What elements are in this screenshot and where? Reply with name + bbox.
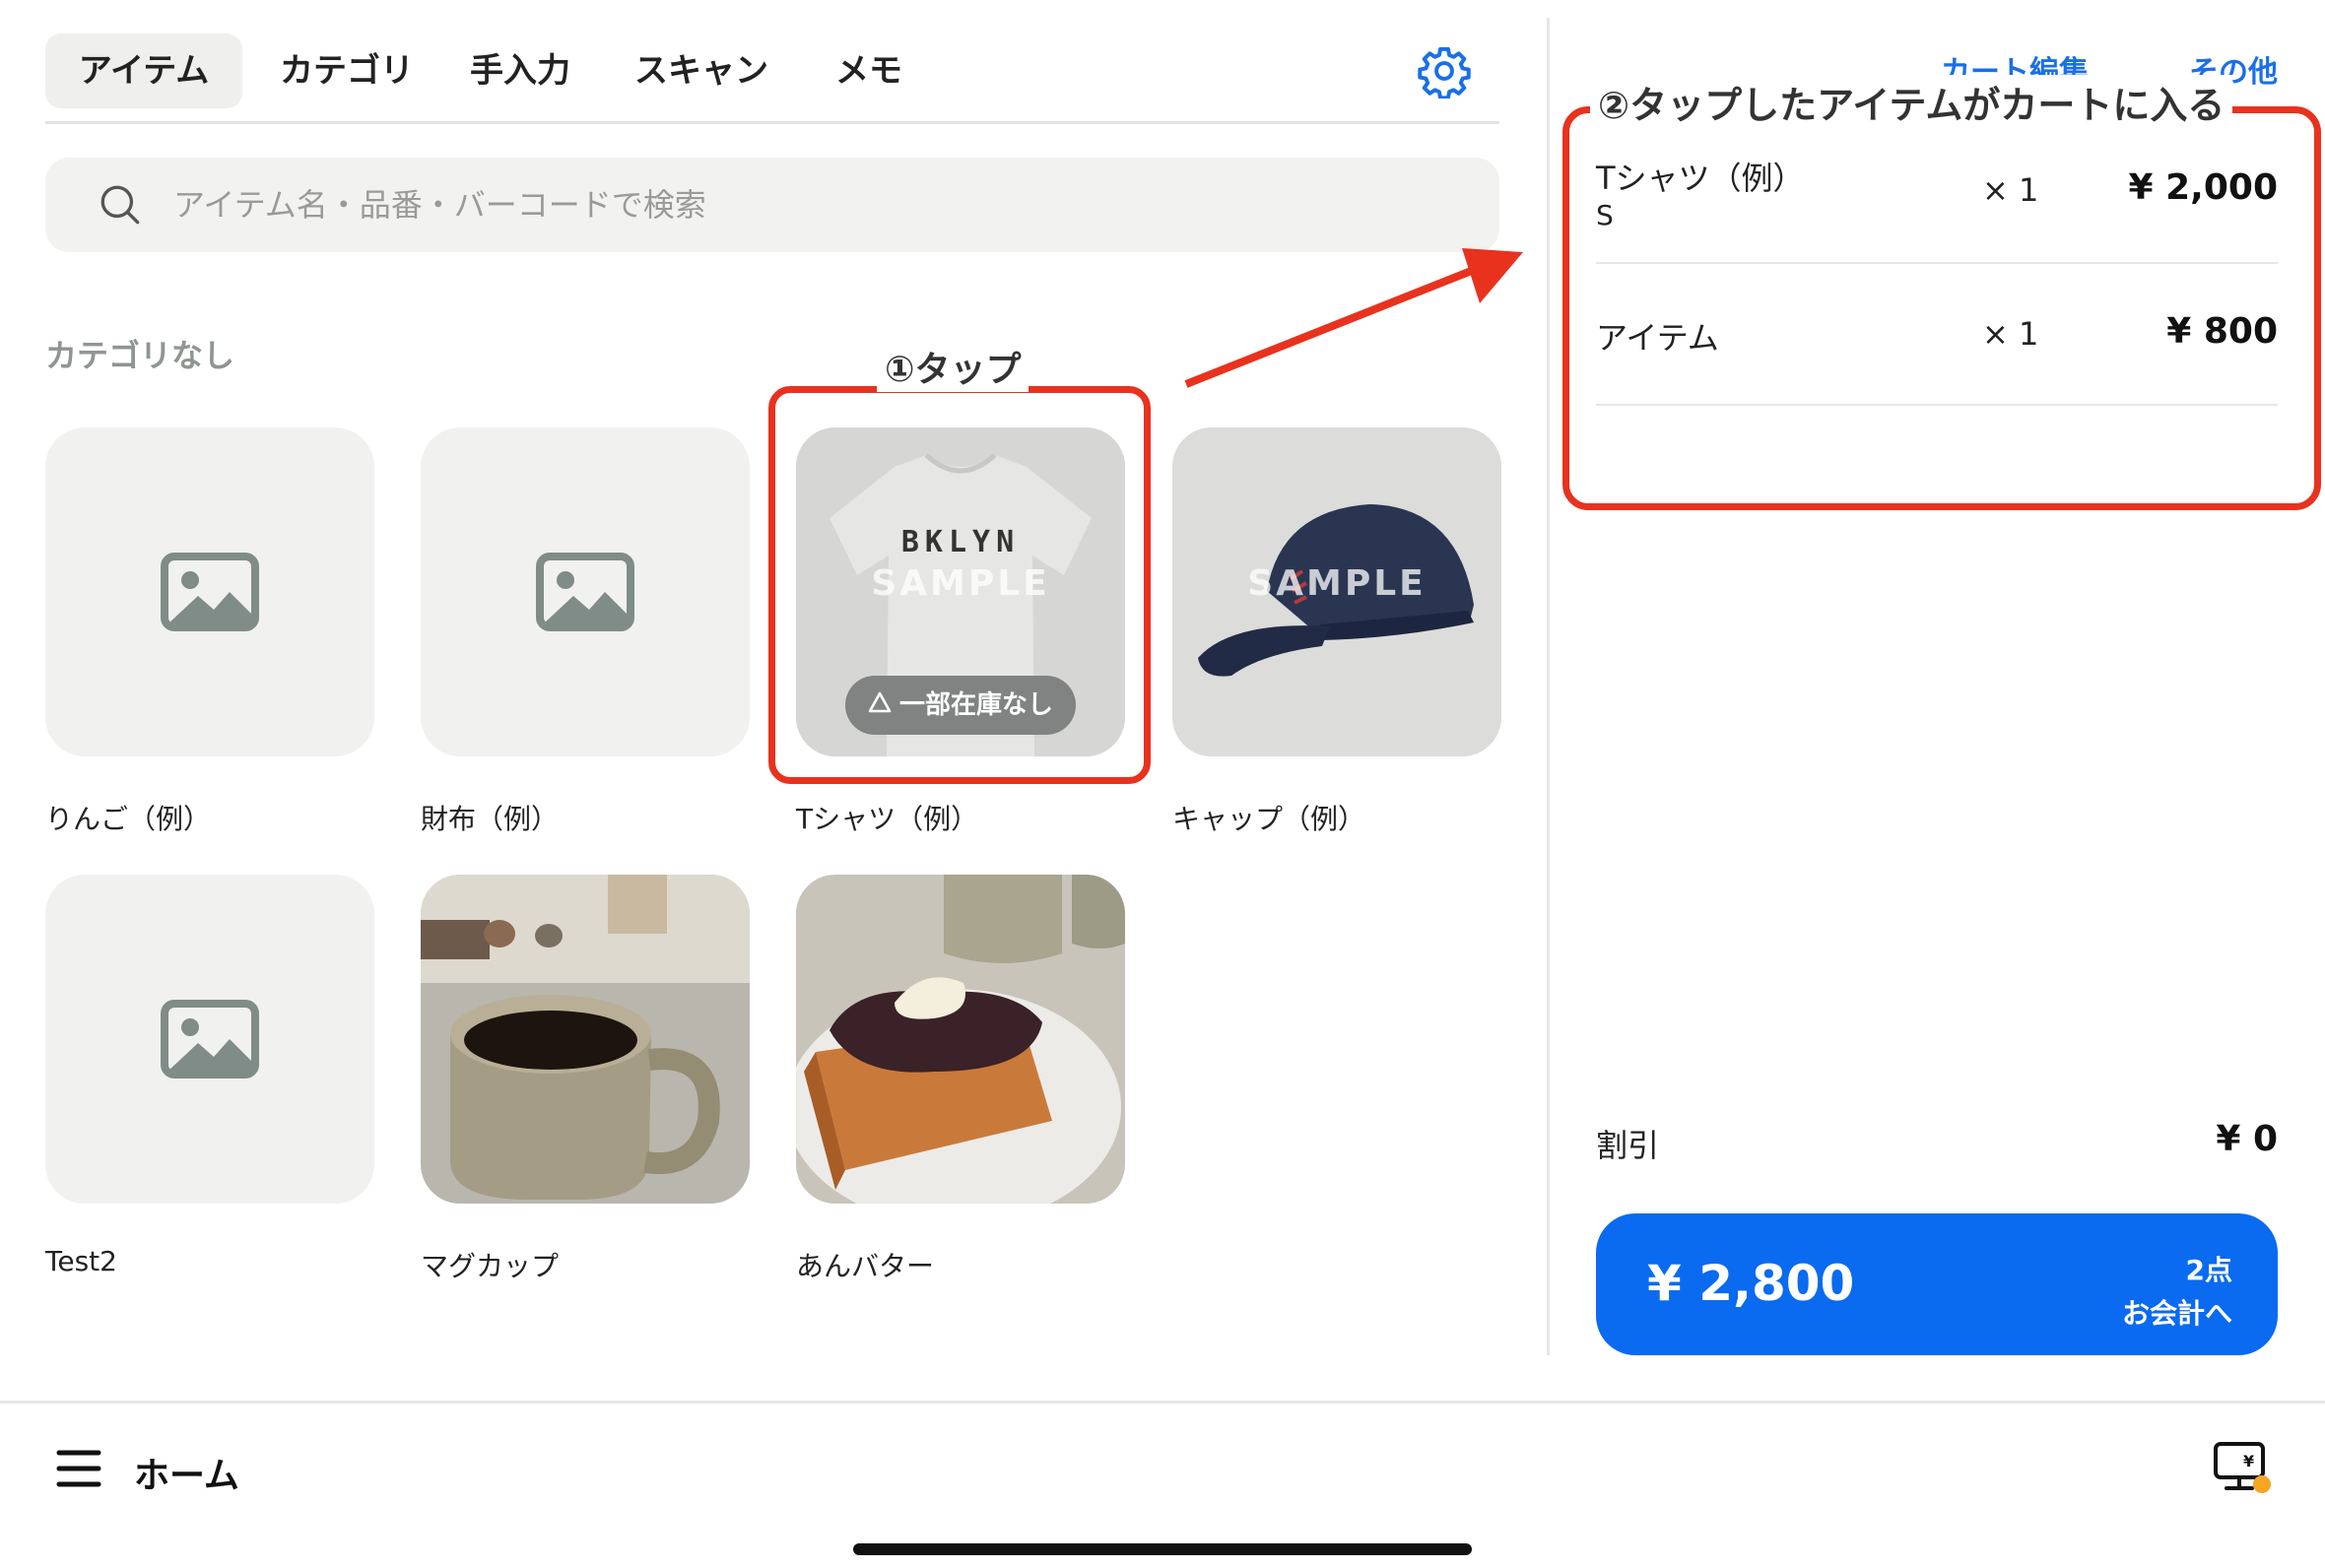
- item-name: あんバター: [796, 1250, 935, 1282]
- hamburger-icon[interactable]: [55, 1445, 102, 1492]
- item-thumbnail: [421, 875, 750, 1204]
- tab-categories[interactable]: カテゴリ: [264, 33, 430, 108]
- item-tile-anbutter[interactable]: あんバター: [796, 875, 1125, 1284]
- item-thumbnail: [45, 875, 374, 1204]
- item-thumbnail: [796, 875, 1125, 1204]
- bottom-bar: ホーム ¥: [0, 1401, 2325, 1568]
- tab-memo[interactable]: メモ: [818, 33, 920, 108]
- search-input[interactable]: [173, 158, 1454, 252]
- placeholder-image-icon: [536, 553, 634, 631]
- search-bar: [45, 158, 1499, 252]
- checkout-button[interactable]: ¥ 2,800 2点 お会計へ: [1596, 1213, 2278, 1355]
- annotation-label-step2: ②タップしたアイテムがカートに入る: [1590, 75, 2233, 129]
- anbutter-toast-photo: [796, 875, 1125, 1204]
- sample-watermark: SAMPLE: [1247, 563, 1427, 604]
- page-title: ホーム: [134, 1456, 239, 1496]
- tab-bar: アイテム カテゴリ 手入力 スキャン メモ: [45, 33, 1499, 124]
- annotation-box-step1: [768, 386, 1151, 784]
- item-tile[interactable]: 財布（例）: [421, 427, 750, 837]
- item-tile[interactable]: Test2: [45, 875, 374, 1277]
- item-tile-mug[interactable]: マグカップ: [421, 875, 750, 1284]
- pane-divider: [1547, 18, 1550, 1355]
- discount-value: ¥ 0: [2216, 1119, 2278, 1159]
- item-name: 財布（例）: [421, 803, 560, 835]
- annotation-box-step2: [1562, 106, 2321, 510]
- svg-text:¥: ¥: [2243, 1452, 2254, 1470]
- item-tile-cap[interactable]: SAMPLE キャップ（例）: [1172, 427, 1501, 837]
- checkout-item-count: 2点: [2185, 1254, 2232, 1286]
- category-heading: カテゴリなし: [45, 337, 235, 374]
- tab-items[interactable]: アイテム: [45, 33, 242, 108]
- item-name: りんご（例）: [45, 803, 212, 835]
- item-tile[interactable]: りんご（例）: [45, 427, 374, 837]
- placeholder-image-icon: [161, 553, 259, 631]
- mug-photo: [421, 875, 750, 1204]
- tab-manual-entry[interactable]: 手入力: [451, 33, 589, 108]
- gear-icon[interactable]: [1417, 43, 1472, 98]
- search-icon: [100, 185, 140, 225]
- item-name: マグカップ: [421, 1250, 560, 1282]
- home-indicator: [853, 1543, 1472, 1555]
- tab-scan[interactable]: スキャン: [617, 33, 786, 108]
- register-display-icon[interactable]: ¥: [2213, 1441, 2274, 1496]
- item-thumbnail: SAMPLE: [1172, 427, 1501, 756]
- item-thumbnail: [45, 427, 374, 756]
- placeholder-image-icon: [161, 1000, 259, 1078]
- item-name: キャップ（例）: [1172, 803, 1366, 835]
- annotation-arrow: [1184, 248, 1523, 388]
- item-name: Tシャツ（例）: [796, 803, 979, 835]
- checkout-total: ¥ 2,800: [1647, 1255, 1855, 1312]
- checkout-label: お会計へ: [2121, 1297, 2232, 1330]
- item-name: Test2: [45, 1245, 117, 1277]
- annotation-label-step1: ①タップ: [877, 341, 1030, 392]
- item-thumbnail: [421, 427, 750, 756]
- discount-label[interactable]: 割引: [1596, 1121, 1659, 1166]
